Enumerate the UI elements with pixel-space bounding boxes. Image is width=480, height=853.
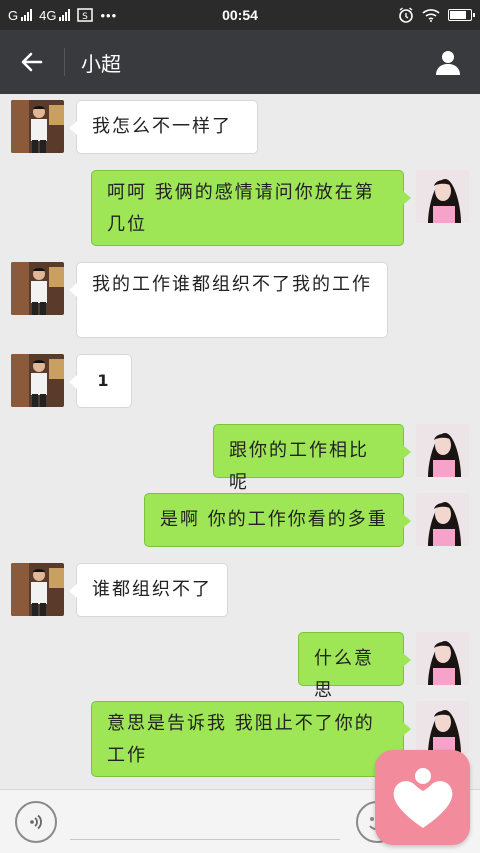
- woman-avatar[interactable]: [416, 632, 469, 685]
- woman-avatar[interactable]: [416, 701, 469, 754]
- message-bubble[interactable]: 什么意思: [298, 632, 411, 701]
- woman-avatar[interactable]: [416, 170, 469, 223]
- back-button[interactable]: [0, 30, 64, 94]
- message-bubble[interactable]: 意思是告诉我 我阻止不了你的工作: [91, 701, 411, 777]
- signal-icon-2: [59, 9, 71, 21]
- voice-button[interactable]: [15, 801, 57, 843]
- voice-icon: [30, 814, 42, 830]
- notification-icon: S: [77, 8, 94, 22]
- message-input[interactable]: [70, 802, 340, 840]
- chat-info-button[interactable]: [416, 30, 480, 94]
- man-avatar[interactable]: [11, 100, 64, 153]
- heart-app-icon: [393, 767, 452, 828]
- woman-avatar[interactable]: [416, 493, 469, 546]
- floating-heart-app-button[interactable]: [375, 750, 470, 845]
- message-bubble[interactable]: 谁都组织不了: [69, 563, 228, 617]
- carrier-label-2: 4G: [39, 7, 57, 23]
- message-bubble[interactable]: 我的工作谁都组织不了我的工作: [69, 262, 388, 338]
- woman-avatar[interactable]: [416, 424, 469, 477]
- title-bar: 小超: [0, 30, 480, 94]
- message-bubble[interactable]: 1: [69, 354, 132, 408]
- signal-group: G 4G S •••: [8, 8, 398, 23]
- message-bubble[interactable]: 我怎么不一样了: [69, 100, 258, 154]
- battery-icon: [448, 9, 475, 21]
- more-dots-icon: •••: [100, 7, 118, 23]
- svg-text:S: S: [83, 12, 89, 22]
- message-bubble[interactable]: 跟你的工作相比呢: [213, 424, 411, 493]
- status-right: [398, 7, 475, 23]
- wifi-icon: [422, 9, 440, 22]
- person-icon: [436, 51, 460, 75]
- man-avatar[interactable]: [11, 563, 64, 616]
- arrow-left-icon: [21, 52, 43, 72]
- chat-messages[interactable]: 我怎么不一样了 呵呵 我俩的感情请问你放在第几位 我的工作谁都组织不了我的工作 …: [0, 94, 480, 789]
- man-avatar[interactable]: [11, 354, 64, 407]
- message-bubble[interactable]: 是啊 你的工作你看的多重: [144, 493, 411, 547]
- battery-level: [450, 11, 466, 19]
- carrier-label-1: G: [8, 7, 19, 23]
- chat-title: 小超: [81, 51, 121, 76]
- status-bar: G 4G S ••• 00:54: [0, 0, 480, 30]
- man-avatar[interactable]: [11, 262, 64, 315]
- signal-icon: [21, 9, 33, 21]
- message-bubble[interactable]: 呵呵 我俩的感情请问你放在第几位: [91, 170, 411, 246]
- alarm-icon: [399, 7, 413, 23]
